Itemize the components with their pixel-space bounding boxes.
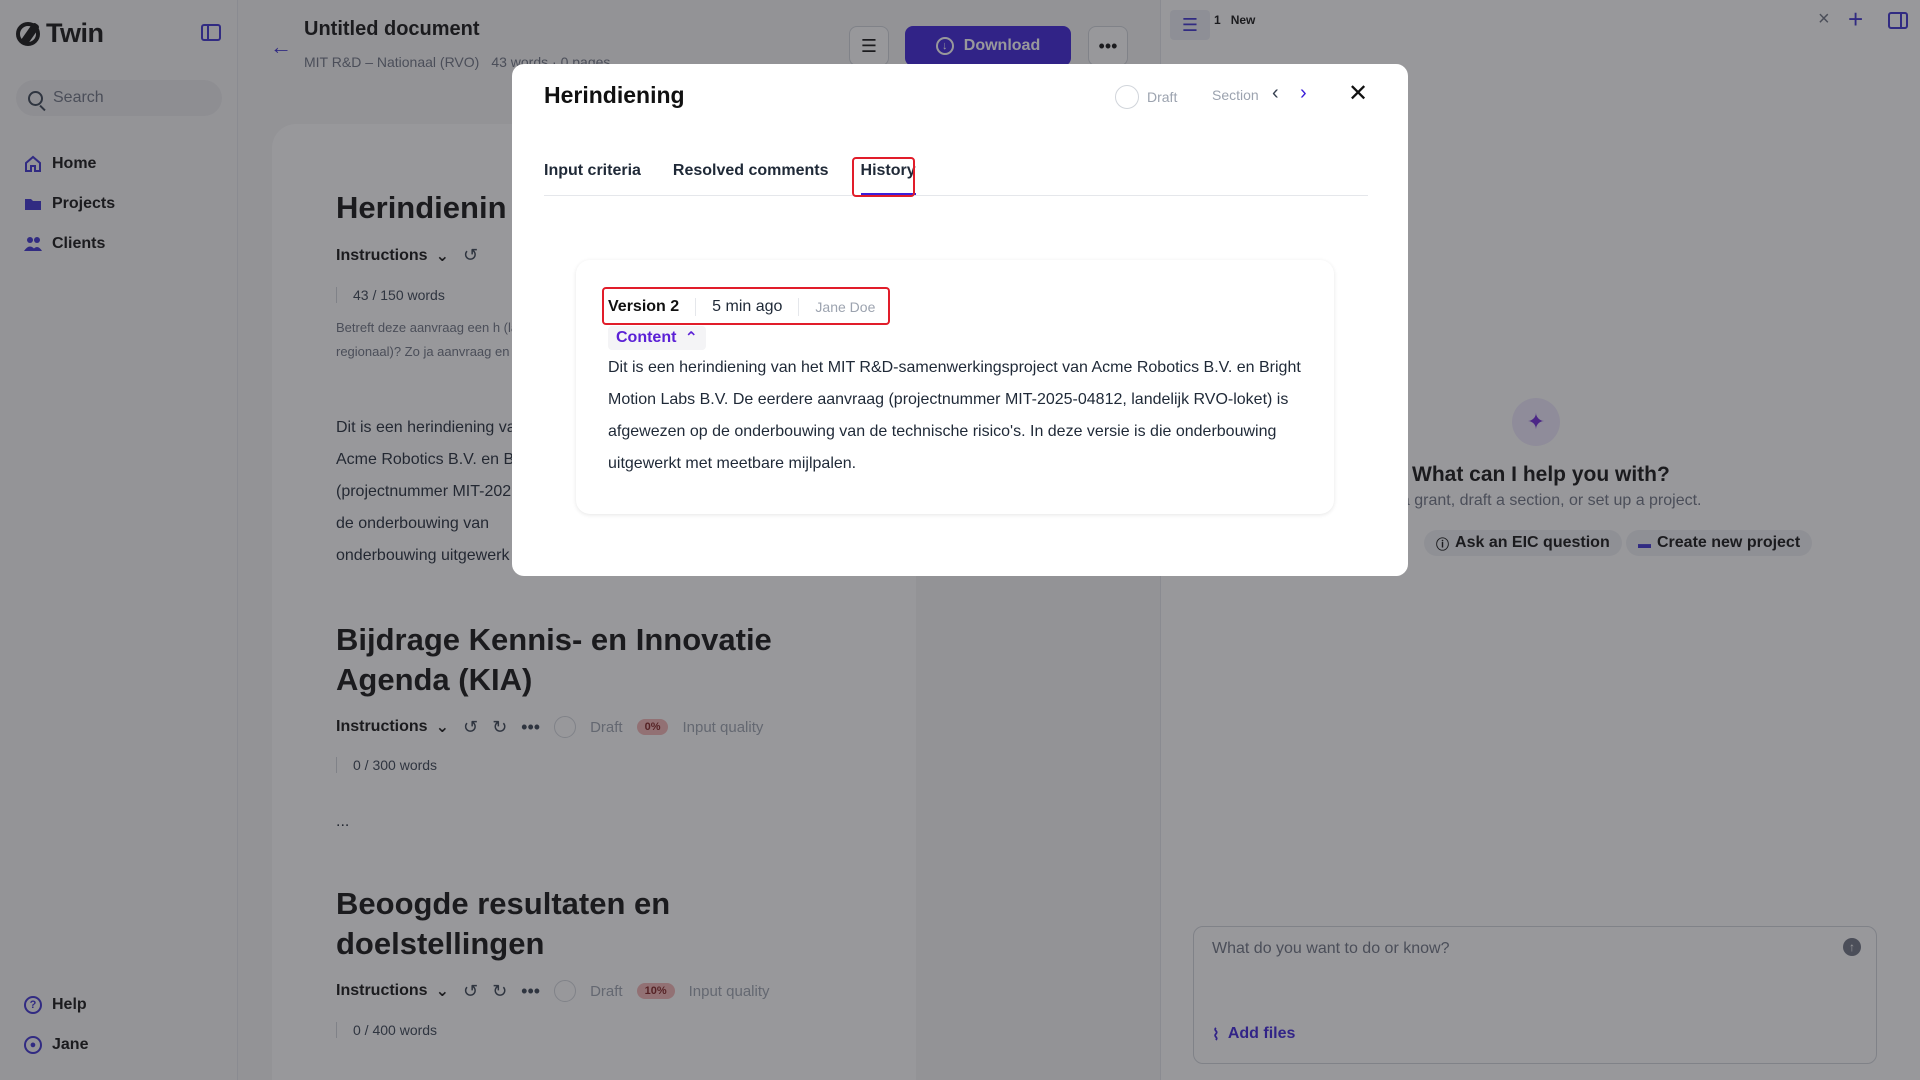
version-content-text: Dit is een herindiening van het MIT R&D-… <box>608 359 1301 472</box>
close-icon[interactable]: ✕ <box>1348 79 1368 108</box>
content-toggle[interactable]: Content ⌃ <box>608 326 706 350</box>
chevron-left-icon[interactable]: ‹ <box>1272 82 1279 105</box>
modal-tabs: Input criteria Resolved comments History <box>544 162 1368 196</box>
modal-status[interactable]: Draft <box>1115 85 1177 109</box>
section-nav-label: Section <box>1212 87 1259 103</box>
tab-input-criteria[interactable]: Input criteria <box>544 162 641 195</box>
chevron-up-icon: ⌃ <box>684 330 698 347</box>
modal-status-label: Draft <box>1147 89 1178 105</box>
section-modal: Herindiening Draft Section ‹ › ✕ Input c… <box>512 64 1408 576</box>
version-card: Version 2 5 min ago Jane Doe Content ⌃ D… <box>576 260 1334 514</box>
version-meta-highlight <box>602 287 890 325</box>
tab-resolved-comments[interactable]: Resolved comments <box>673 162 829 195</box>
draft-status-icon <box>1115 85 1139 109</box>
chevron-right-icon[interactable]: › <box>1300 82 1307 105</box>
content-toggle-label: Content <box>616 329 677 346</box>
modal-title: Herindiening <box>544 82 685 108</box>
tab-history-highlight <box>852 157 915 197</box>
